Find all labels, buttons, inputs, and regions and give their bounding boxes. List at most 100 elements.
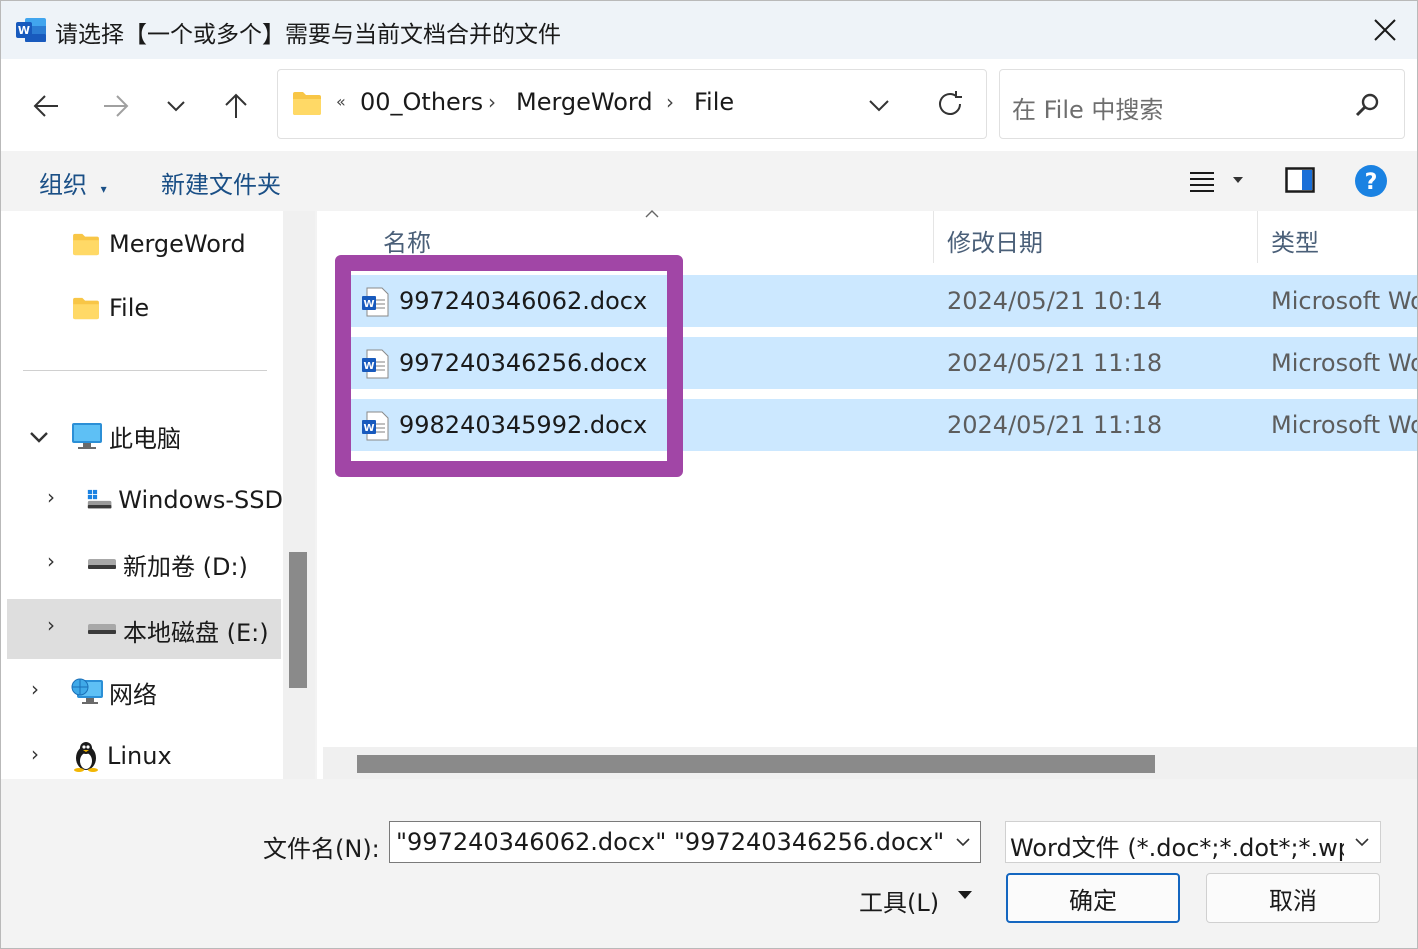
svg-text:W: W <box>363 423 374 434</box>
chevron-right-icon[interactable]: › <box>47 613 55 637</box>
column-divider[interactable] <box>933 211 934 263</box>
navigation-bar: « 00_Others › MergeWord › File 在 File 中搜… <box>1 59 1417 151</box>
chevron-down-icon <box>167 101 185 112</box>
drive-icon <box>88 559 116 569</box>
file-type: Microsoft Wo <box>1271 411 1418 439</box>
column-divider[interactable] <box>1257 211 1258 263</box>
sidebar-item-label: 本地磁盘 (E:) <box>123 619 269 647</box>
breadcrumb-item-mergeword[interactable]: MergeWord <box>516 88 653 116</box>
column-header-name[interactable]: 名称 <box>383 223 431 258</box>
breadcrumb-overflow[interactable]: « <box>336 92 346 111</box>
file-type: Microsoft Wo <box>1271 349 1418 377</box>
sidebar-item-windows-ssd[interactable]: Windows-SSD <box>87 472 283 528</box>
dialog-footer: 文件名(N): "997240346062.docx" "99724034625… <box>1 779 1417 948</box>
sidebar-item-label: 此电脑 <box>109 424 181 453</box>
network-icon <box>71 678 103 704</box>
svg-text:?: ? <box>1365 170 1378 195</box>
search-input[interactable]: 在 File 中搜索 <box>1012 90 1163 125</box>
linux-penguin-icon <box>74 742 98 772</box>
chevron-right-icon[interactable]: › <box>47 485 55 509</box>
sidebar-item-mergeword[interactable]: MergeWord <box>71 216 281 272</box>
chevron-right-icon[interactable]: › <box>488 90 496 114</box>
address-bar[interactable]: « 00_Others › MergeWord › File <box>277 69 987 139</box>
file-name: 998240345992.docx <box>399 411 648 439</box>
horizontal-scrollbar-thumb[interactable] <box>357 755 1155 773</box>
view-list-icon[interactable] <box>1189 169 1215 193</box>
preview-pane-icon[interactable] <box>1285 167 1315 193</box>
word-app-icon: W <box>16 18 46 42</box>
new-folder-button[interactable]: 新建文件夹 <box>161 165 281 200</box>
arrow-right-icon <box>104 95 129 117</box>
organize-label: 组织 <box>39 171 87 199</box>
column-header-date[interactable]: 修改日期 <box>947 223 1043 258</box>
caret-down-icon[interactable] <box>1233 177 1243 185</box>
filename-input[interactable]: "997240346062.docx" "997240346256.docx" … <box>389 821 981 863</box>
caret-down-icon[interactable] <box>957 889 973 901</box>
file-type-dropdown[interactable] <box>1344 822 1380 862</box>
sidebar-item-label: Linux <box>107 742 172 770</box>
app-icon-letter: W <box>18 24 30 37</box>
sidebar-scrollbar-thumb[interactable] <box>289 552 307 688</box>
filename-history-dropdown[interactable] <box>946 822 980 862</box>
word-document-icon: W <box>362 349 389 379</box>
sidebar-item-drive-d[interactable]: 新加卷 (D:) <box>87 536 283 592</box>
breadcrumb-item-others[interactable]: 00_Others <box>360 88 483 116</box>
file-open-dialog: W 请选择【一个或多个】需要与当前文档合并的文件 « 00_Others › M… <box>0 0 1418 949</box>
filename-label: 文件名(N): <box>263 835 380 863</box>
ok-button[interactable]: 确定 <box>1006 873 1180 923</box>
file-name: 997240346062.docx <box>399 287 648 315</box>
sidebar-item-network[interactable]: 网络 <box>71 664 281 720</box>
sort-ascending-icon <box>645 210 659 218</box>
chevron-down-icon[interactable] <box>29 429 49 445</box>
sidebar-item-file[interactable]: File <box>71 280 281 336</box>
sidebar-item-label: 新加卷 (D:) <box>123 552 248 581</box>
sidebar-item-label: File <box>109 294 150 322</box>
window-title: 请选择【一个或多个】需要与当前文档合并的文件 <box>55 22 561 48</box>
file-date: 2024/05/21 10:14 <box>947 287 1163 315</box>
sidebar-item-drive-e[interactable]: › 本地磁盘 (E:) <box>7 599 281 659</box>
sidebar-item-linux[interactable]: Linux <box>71 728 281 784</box>
file-row[interactable]: W 998240345992.docx 2024/05/21 11:18 Mic… <box>351 399 1418 451</box>
chevron-down-icon <box>1355 838 1369 847</box>
search-icon <box>1355 93 1379 117</box>
back-button[interactable] <box>21 81 71 131</box>
chevron-down-icon[interactable] <box>868 94 890 116</box>
svg-text:W: W <box>363 361 374 372</box>
refresh-icon[interactable] <box>936 90 964 118</box>
file-type-select[interactable]: Word文件 (*.doc*;*.dot*;*.wps <box>1005 821 1381 863</box>
file-type-select-value: Word文件 (*.doc*;*.dot*;*.wps <box>1010 834 1366 862</box>
sidebar-scrollbar-track[interactable] <box>283 211 315 779</box>
word-document-icon: W <box>362 287 389 317</box>
sidebar-divider <box>23 370 267 371</box>
chevron-right-icon[interactable]: › <box>31 677 39 701</box>
sidebar-item-this-pc[interactable]: 此电脑 <box>71 408 281 464</box>
help-icon[interactable]: ? <box>1354 164 1388 198</box>
filename-input-value[interactable]: "997240346062.docx" "997240346256.docx" … <box>396 828 980 856</box>
folder-icon <box>73 297 99 320</box>
close-button[interactable] <box>1351 1 1417 59</box>
computer-icon <box>72 423 102 449</box>
arrow-up-icon <box>225 93 247 118</box>
column-header-type[interactable]: 类型 <box>1271 223 1319 258</box>
tools-menu-button[interactable]: 工具(L) <box>859 883 939 918</box>
navigation-pane: MergeWord File 此电脑 › Windows-SSD › 新加卷 (… <box>1 211 315 779</box>
drive-icon <box>88 624 116 634</box>
up-button[interactable] <box>211 81 261 131</box>
chevron-right-icon[interactable]: › <box>666 90 674 114</box>
search-box[interactable]: 在 File 中搜索 <box>999 69 1405 139</box>
word-document-icon: W <box>362 411 389 441</box>
windows-drive-icon <box>87 489 112 509</box>
chevron-right-icon[interactable]: › <box>47 549 55 573</box>
file-row[interactable]: W 997240346062.docx 2024/05/21 10:14 Mic… <box>351 275 1417 327</box>
svg-text:W: W <box>363 299 374 310</box>
chevron-down-icon <box>956 838 970 847</box>
breadcrumb-item-file[interactable]: File <box>694 88 734 116</box>
cancel-button[interactable]: 取消 <box>1206 873 1380 923</box>
forward-button[interactable] <box>91 81 141 131</box>
file-name: 997240346256.docx <box>399 349 648 377</box>
close-icon <box>1374 19 1396 41</box>
recent-locations-button[interactable] <box>151 81 201 131</box>
file-row[interactable]: W 997240346256.docx 2024/05/21 11:18 Mic… <box>351 337 1418 389</box>
organize-button[interactable]: 组织 ▾ <box>39 165 107 200</box>
chevron-right-icon[interactable]: › <box>31 742 39 766</box>
